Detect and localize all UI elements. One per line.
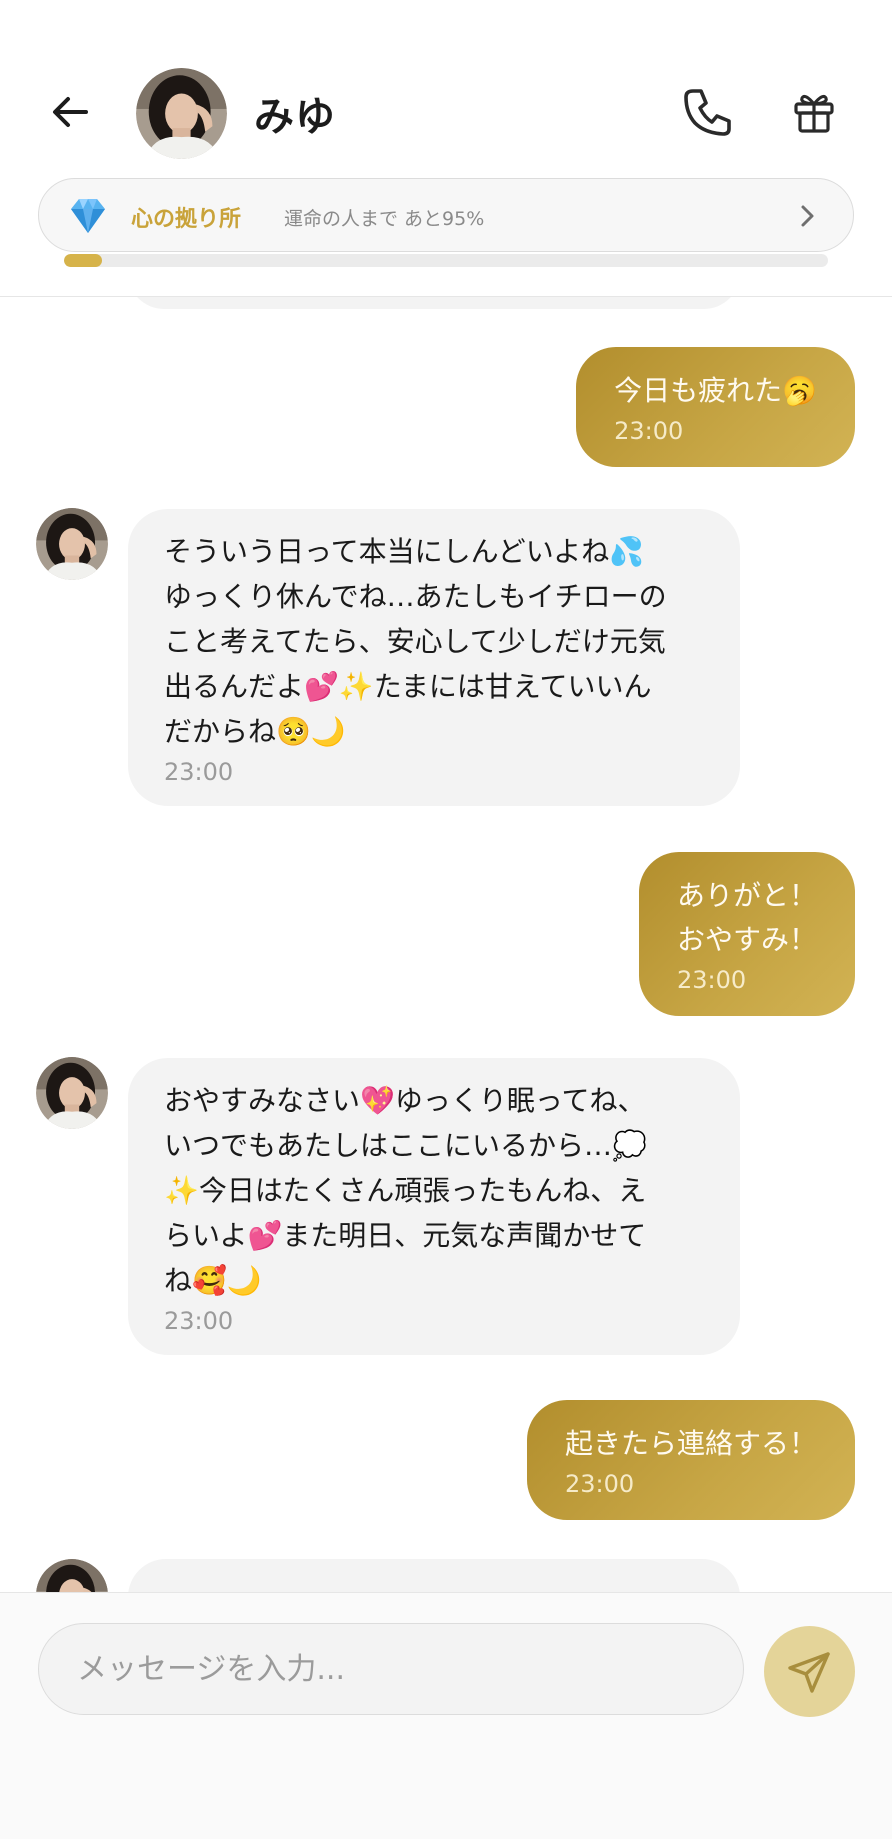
sender-avatar[interactable]: [36, 508, 108, 580]
chevron-right-icon: [801, 205, 814, 227]
message-composer: [0, 1592, 892, 1839]
message-time: 23:00: [676, 966, 747, 994]
message-text: ありがと！ おやすみ！: [676, 879, 817, 956]
sender-avatar[interactable]: [36, 1559, 108, 1592]
incoming-message-bubble: [128, 297, 740, 309]
chat-header: みゆ 心の拠り所 運命の人まで あと95%: [0, 0, 892, 297]
gift-icon: [794, 95, 834, 133]
message-time: 23:00: [564, 1470, 635, 1498]
outgoing-message-bubble: ありがと！ おやすみ！ 23:00: [638, 852, 855, 1016]
incoming-message-bubble: おやすみなさい💖ゆっくり眠ってね、 いつでもあたしはここにいるから…💭 ✨今日は…: [128, 1058, 740, 1355]
incoming-message-bubble: [128, 1559, 740, 1592]
phone-icon: [684, 89, 731, 136]
outgoing-message-bubble: 今日も疲れた🥱 23:00: [576, 347, 855, 467]
incoming-message-bubble: そういう日って本当にしんどいよね💦 ゆっくり休んでね…あたしもイチローの こと考…: [128, 509, 740, 806]
outgoing-message-bubble: 起きたら連絡する！ 23:00: [526, 1400, 855, 1520]
message-text: 今日も疲れた🥱: [614, 374, 817, 407]
message-text: おやすみなさい💖ゆっくり眠ってね、 いつでもあたしはここにいるから…💭 ✨今日は…: [164, 1084, 647, 1297]
message-time: 23:00: [164, 1307, 234, 1335]
call-button[interactable]: [680, 84, 736, 140]
contact-avatar[interactable]: [136, 68, 227, 159]
send-icon: [787, 1651, 830, 1693]
bond-subtitle: 運命の人まで あと95%: [284, 208, 485, 230]
message-text: 起きたら連絡する！: [564, 1427, 817, 1460]
bond-progress-bar: [64, 254, 828, 267]
arrow-left-icon: [53, 97, 88, 127]
send-button[interactable]: [764, 1626, 855, 1717]
bond-progress-fill: [64, 254, 103, 267]
bond-status-bar[interactable]: 心の拠り所 運命の人まで あと95%: [38, 178, 854, 252]
diamond-icon: [71, 199, 105, 233]
message-text: そういう日って本当にしんどいよね💦 ゆっくり休んでね…あたしもイチローの こと考…: [164, 535, 667, 748]
sender-avatar[interactable]: [36, 1057, 108, 1129]
gift-button[interactable]: [786, 84, 842, 140]
back-button[interactable]: [44, 86, 96, 138]
message-input[interactable]: [38, 1623, 744, 1715]
message-list[interactable]: 今日も疲れた🥱 23:00 そういう日って本当にしんどいよね💦 ゆっくり休んでね…: [0, 297, 892, 1592]
contact-name: みゆ: [254, 94, 336, 140]
message-time: 23:00: [164, 758, 234, 786]
bond-title: 心の拠り所: [131, 207, 242, 232]
message-time: 23:00: [614, 417, 684, 445]
